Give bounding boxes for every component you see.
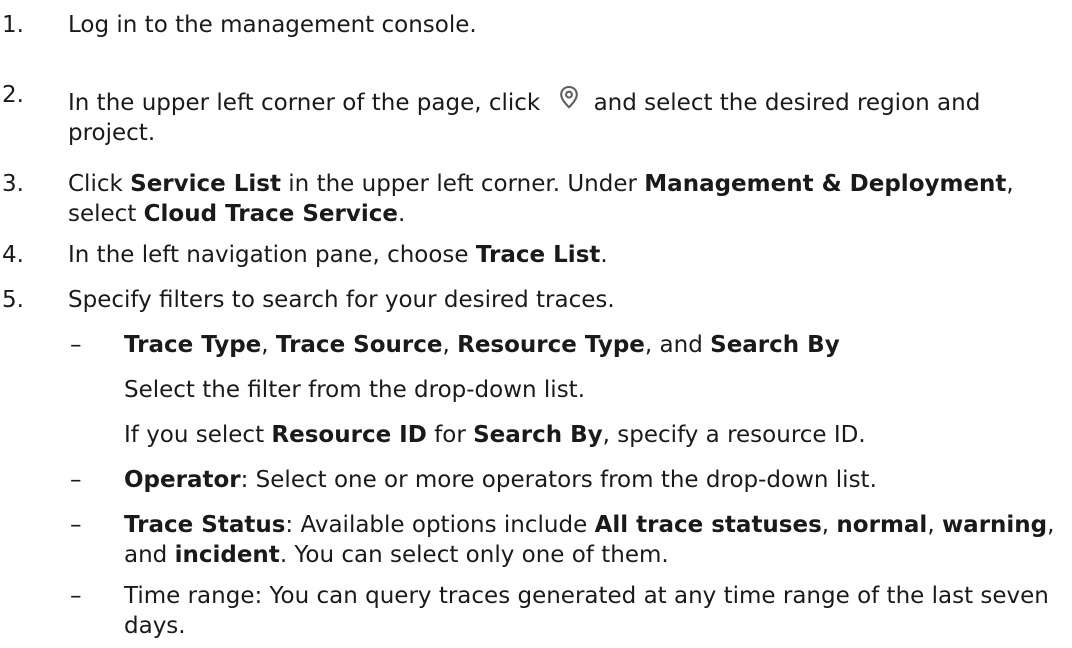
filter-text-segment: : Available options include [285, 512, 595, 538]
ui-term-all-trace-statuses: All trace statuses [594, 512, 822, 538]
step-text: Specify filters to search for your desir… [68, 285, 1068, 315]
dash-bullet: – [70, 583, 82, 609]
filter-text-segment: Time range: You can query traces generat… [124, 583, 1049, 639]
filter-paragraph: Select the filter from the drop-down lis… [124, 375, 1068, 405]
filter-text-segment: Select the filter from the drop-down lis… [124, 377, 586, 403]
step-text: In the left navigation pane, choose Trac… [68, 240, 1068, 270]
step-text-segment: Specify filters to search for your desir… [68, 287, 615, 313]
ui-term-management-deployment: Management & Deployment [644, 171, 1007, 197]
ui-term-trace-status: Trace Status [124, 512, 286, 538]
step-text-segment: . [600, 242, 608, 268]
filter-text-segment: , [927, 512, 942, 538]
filter-item-text: Trace Type, Trace Source, Resource Type,… [124, 330, 1068, 360]
filter-text-segment: , [261, 332, 276, 358]
step-text: Log in to the management console. [68, 10, 1068, 40]
ui-term-service-list: Service List [130, 171, 281, 197]
step-text-segment: Click [68, 171, 131, 197]
ui-term-incident: incident [174, 542, 280, 568]
ui-term-search-by: Search By [710, 332, 840, 358]
step-number: 1. [2, 12, 24, 38]
filter-text-segment: , [821, 512, 837, 538]
ui-term-operator: Operator [124, 467, 241, 493]
filter-text-segment: . You can select only one of them. [279, 542, 669, 568]
ui-term-resource-id: Resource ID [271, 422, 427, 448]
dash-bullet: – [70, 512, 82, 538]
filter-text-segment: , and [644, 332, 711, 358]
filter-item-text: Operator: Select one or more operators f… [124, 465, 1068, 495]
step-text-segment: . [397, 201, 406, 227]
location-pin-icon [552, 80, 586, 114]
step-text-segment: In the left navigation pane, choose [68, 242, 476, 268]
ui-term-trace-type: Trace Type [124, 332, 262, 358]
step-text-segment: In the upper left corner of the page, cl… [68, 90, 548, 116]
filter-item-text: Trace Status: Available options include … [124, 510, 1068, 570]
step-number: 3. [2, 171, 24, 197]
ui-term-cloud-trace-service: Cloud Trace Service [143, 201, 398, 227]
filter-text-segment: : Select one or more operators from the … [240, 467, 877, 493]
filter-text-segment: If you select [124, 422, 272, 448]
filter-text-segment: , specify a resource ID. [602, 422, 866, 448]
dash-bullet: – [70, 467, 82, 493]
ui-term-trace-list: Trace List [475, 242, 601, 268]
filter-paragraph: If you select Resource ID for Search By,… [124, 420, 1068, 450]
ui-term-search-by: Search By [473, 422, 603, 448]
step-text-segment: Log in to the management console. [68, 12, 477, 38]
ui-term-resource-type: Resource Type [457, 332, 645, 358]
step-number: 5. [2, 287, 24, 313]
step-text-segment: in the upper left corner. Under [280, 171, 645, 197]
ui-term-normal: normal [836, 512, 928, 538]
filter-text-segment: , [442, 332, 458, 358]
step-text: Click Service List in the upper left cor… [68, 169, 1068, 229]
step-text: In the upper left corner of the page, cl… [68, 80, 1068, 148]
ui-term-trace-source: Trace Source [275, 332, 443, 358]
step-number: 4. [2, 242, 24, 268]
filter-text-segment: for [426, 422, 474, 448]
ui-term-warning: warning [941, 512, 1048, 538]
dash-bullet: – [70, 332, 82, 358]
filter-item-text: Time range: You can query traces generat… [124, 581, 1068, 641]
step-number: 2. [2, 82, 24, 108]
